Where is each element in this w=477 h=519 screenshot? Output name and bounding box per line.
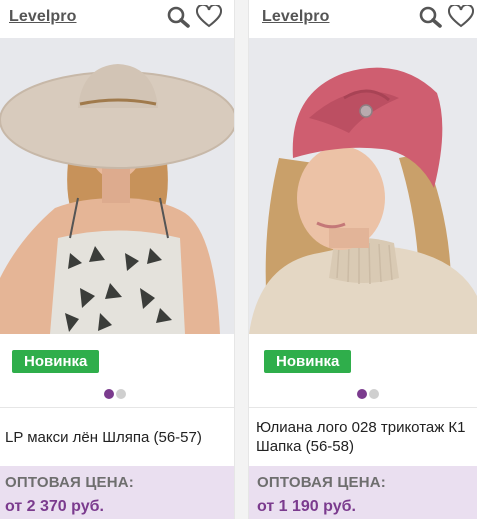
- product-card[interactable]: Levelpro: [248, 0, 477, 519]
- new-badge: Новинка: [12, 350, 100, 373]
- product-card[interactable]: Levelpro: [0, 0, 235, 519]
- price-value: от 1 190 руб.: [257, 498, 356, 515]
- price-box: ОПТОВАЯ ЦЕНА: от 2 370 руб.: [0, 466, 234, 519]
- column-gap: [235, 0, 248, 519]
- search-icon[interactable]: [166, 5, 192, 29]
- product-title[interactable]: LP макси лён Шляпа (56-57): [5, 428, 230, 447]
- divider: [0, 407, 234, 408]
- carousel-dot-active[interactable]: [357, 389, 367, 399]
- product-title[interactable]: Юлиана лого 028 трикотаж К1 Шапка (56-58…: [256, 418, 473, 456]
- image-carousel-dots[interactable]: [357, 386, 381, 399]
- card-header: Levelpro: [249, 0, 477, 38]
- heart-icon[interactable]: [196, 5, 222, 29]
- price-label: ОПТОВАЯ ЦЕНА:: [257, 474, 386, 491]
- price-label: ОПТОВАЯ ЦЕНА:: [5, 474, 134, 491]
- brand-link[interactable]: Levelpro: [262, 8, 330, 26]
- product-image[interactable]: [249, 38, 477, 334]
- price-box: ОПТОВАЯ ЦЕНА: от 1 190 руб.: [249, 466, 477, 519]
- heart-icon[interactable]: [448, 5, 474, 29]
- search-icon[interactable]: [418, 5, 444, 29]
- carousel-dot[interactable]: [369, 389, 379, 399]
- carousel-dot-active[interactable]: [104, 389, 114, 399]
- carousel-dot[interactable]: [116, 389, 126, 399]
- price-value: от 2 370 руб.: [5, 498, 104, 515]
- brand-link[interactable]: Levelpro: [9, 8, 77, 26]
- product-grid: Levelpro Новинка LP макси лён Шляпа (56-…: [0, 0, 477, 519]
- new-badge: Новинка: [264, 350, 352, 373]
- image-carousel-dots[interactable]: [104, 386, 128, 399]
- product-image[interactable]: [0, 38, 234, 334]
- card-header: Levelpro: [0, 0, 234, 38]
- divider: [249, 407, 477, 408]
